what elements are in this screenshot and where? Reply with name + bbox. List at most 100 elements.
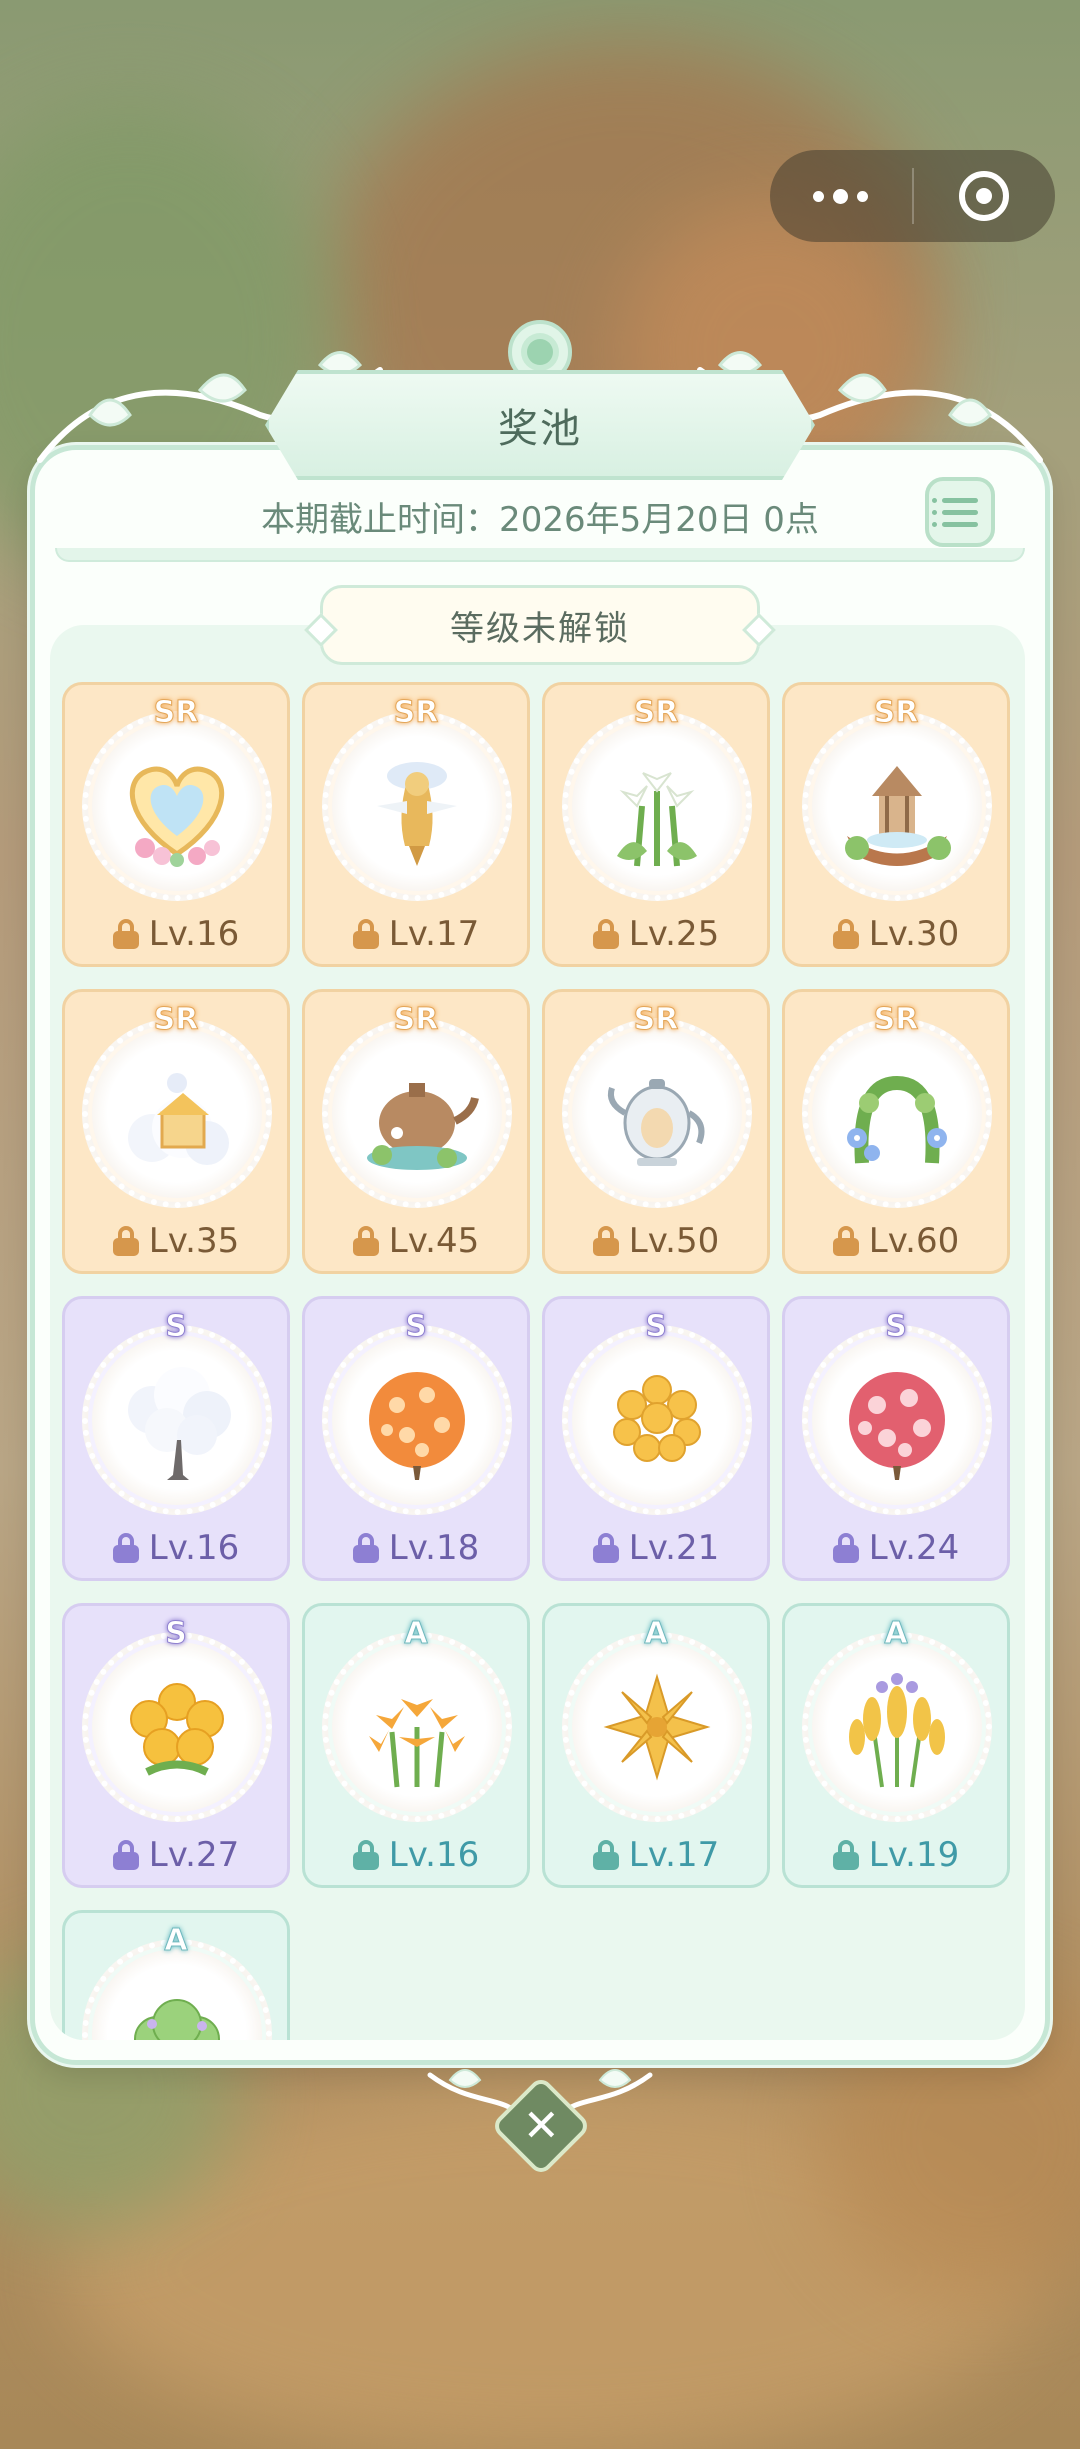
rarity-badge: SR: [873, 1002, 919, 1038]
item-medallion: [322, 1018, 512, 1208]
lock-icon: [592, 1533, 619, 1563]
rarity-badge: SR: [153, 1002, 199, 1038]
item-medallion: [82, 711, 272, 901]
level-requirement: Lv.16: [65, 1528, 287, 1568]
teapot-house-icon: [367, 1083, 479, 1170]
gazebo-fountain-icon: [845, 766, 951, 866]
prize-card[interactable]: SR Lv.45: [302, 989, 530, 1274]
item-medallion: [562, 711, 752, 901]
prize-card[interactable]: S Lv.27: [62, 1603, 290, 1888]
target-icon: [959, 171, 1010, 221]
flower-arch-icon: [847, 1075, 947, 1164]
prize-card[interactable]: S Lv.18: [302, 1296, 530, 1581]
rarity-badge: A: [884, 1616, 908, 1652]
rarity-badge: SR: [393, 1002, 439, 1038]
rarity-badge: A: [644, 1616, 668, 1652]
level-text: Lv.35: [148, 1221, 240, 1261]
level-requirement: Lv.17: [545, 1835, 767, 1875]
lock-icon: [352, 1840, 379, 1870]
yellow-bloom-bush-icon: [130, 1683, 224, 1776]
rarity-badge: S: [885, 1309, 908, 1345]
lock-icon: [352, 1226, 379, 1256]
level-text: Lv.16: [148, 1528, 240, 1568]
orange-lilies-icon: [369, 1699, 465, 1788]
lock-icon: [112, 1840, 139, 1870]
cloud-house-icon: [128, 1073, 229, 1165]
item-medallion: [322, 1632, 512, 1822]
prize-card[interactable]: A Lv.16: [302, 1603, 530, 1888]
level-requirement: Lv.16: [65, 914, 287, 954]
prize-grid: SR Lv.16 SR Lv.17 SR Lv.25 SR Lv.30 SR Lv.35 SR Lv.…: [62, 682, 1010, 2040]
prize-card[interactable]: SR Lv.50: [542, 989, 770, 1274]
cloud-tree-icon: [128, 1367, 231, 1480]
deadline-text: 本期截止时间：2026年5月20日 0点: [261, 500, 819, 540]
prize-list-scroll[interactable]: SR Lv.16 SR Lv.17 SR Lv.25 SR Lv.30 SR Lv.35 SR Lv.…: [50, 625, 1025, 2040]
level-requirement: Lv.50: [545, 1221, 767, 1261]
item-medallion: [802, 711, 992, 901]
rules-list-button[interactable]: [925, 477, 995, 547]
rarity-badge: SR: [153, 695, 199, 731]
level-text: Lv.21: [628, 1528, 720, 1568]
lock-icon: [112, 919, 139, 949]
level-text: Lv.17: [628, 1835, 720, 1875]
prize-card[interactable]: SR Lv.25: [542, 682, 770, 967]
level-requirement: Lv.30: [785, 914, 1007, 954]
lock-icon: [352, 1533, 379, 1563]
more-dots-icon: [813, 188, 869, 204]
more-button[interactable]: [770, 150, 912, 242]
rarity-badge: SR: [633, 695, 679, 731]
lock-icon: [832, 1533, 859, 1563]
level-requirement: Lv.45: [305, 1221, 527, 1261]
title-plate: 奖池: [265, 370, 815, 480]
prize-card[interactable]: A: [62, 1910, 290, 2040]
prize-card[interactable]: S Lv.16: [62, 1296, 290, 1581]
close-miniprogram-button[interactable]: [914, 150, 1056, 242]
level-requirement: Lv.18: [305, 1528, 527, 1568]
divider: [55, 548, 1025, 562]
golden-star-flower-icon: [603, 1673, 711, 1781]
rarity-badge: S: [165, 1616, 188, 1652]
prize-card[interactable]: SR Lv.30: [782, 682, 1010, 967]
prize-card[interactable]: SR Lv.17: [302, 682, 530, 967]
rarity-badge: S: [645, 1309, 668, 1345]
rarity-badge: SR: [393, 695, 439, 731]
level-text: Lv.17: [388, 914, 480, 954]
prize-card[interactable]: SR Lv.35: [62, 989, 290, 1274]
wheat-lavender-icon: [849, 1673, 945, 1788]
lock-icon: [832, 1226, 859, 1256]
level-requirement: Lv.35: [65, 1221, 287, 1261]
level-requirement: Lv.27: [65, 1835, 287, 1875]
level-requirement: Lv.24: [785, 1528, 1007, 1568]
close-icon: ✕: [522, 2100, 560, 2151]
item-medallion: [802, 1632, 992, 1822]
item-medallion: [82, 1632, 272, 1822]
level-requirement: Lv.16: [305, 1835, 527, 1875]
item-medallion: [802, 1018, 992, 1208]
golden-berry-ball-icon: [613, 1375, 701, 1462]
level-requirement: Lv.25: [545, 914, 767, 954]
prize-card[interactable]: A Lv.17: [542, 1603, 770, 1888]
level-text: Lv.18: [388, 1528, 480, 1568]
lock-icon: [112, 1226, 139, 1256]
level-text: Lv.16: [148, 914, 240, 954]
item-medallion: [322, 711, 512, 901]
level-text: Lv.60: [868, 1221, 960, 1261]
item-medallion: [82, 1018, 272, 1208]
level-requirement: Lv.21: [545, 1528, 767, 1568]
level-text: Lv.45: [388, 1221, 480, 1261]
level-text: Lv.50: [628, 1221, 720, 1261]
level-text: Lv.16: [388, 1835, 480, 1875]
item-medallion: [562, 1018, 752, 1208]
pink-flower-ball-icon: [849, 1372, 945, 1480]
miniprogram-capsule: [770, 150, 1055, 242]
prize-card[interactable]: SR Lv.60: [782, 989, 1010, 1274]
prize-card[interactable]: S Lv.21: [542, 1296, 770, 1581]
white-lilies-icon: [617, 772, 697, 867]
prize-card[interactable]: SR Lv.16: [62, 682, 290, 967]
rarity-badge: A: [404, 1616, 428, 1652]
level-requirement: Lv.17: [305, 914, 527, 954]
prize-card[interactable]: S Lv.24: [782, 1296, 1010, 1581]
lock-icon: [592, 1840, 619, 1870]
level-requirement: Lv.60: [785, 1221, 1007, 1261]
prize-card[interactable]: A Lv.19: [782, 1603, 1010, 1888]
